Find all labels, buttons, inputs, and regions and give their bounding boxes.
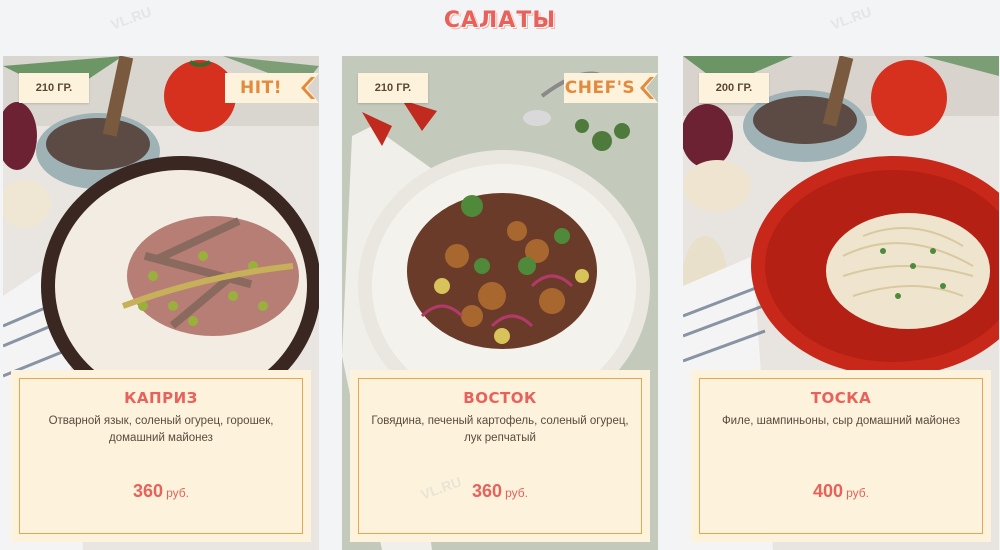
menu-card-kapriz[interactable]: 210 ГР. HIT! КАПРИЗ Отварной язык, солен… xyxy=(3,56,319,550)
dish-info-card: КАПРИЗ Отварной язык, соленый огурец, го… xyxy=(11,370,311,542)
weight-label: 210 ГР. xyxy=(19,73,89,103)
hit-badge: HIT! xyxy=(225,73,319,103)
dish-price: 360 руб. xyxy=(133,481,189,501)
dish-info-card: ТОСКА Филе, шампиньоны, сыр домашний май… xyxy=(691,370,991,542)
dish-price: 400 руб. xyxy=(813,481,869,501)
dish-name: ВОСТОК xyxy=(463,389,537,407)
dish-description: Филе, шампиньоны, сыр домашний майонез xyxy=(721,415,961,427)
weight-label: 210 ГР. xyxy=(358,73,428,103)
dish-description: Говядина, печеный картофель, соленый огу… xyxy=(371,415,629,444)
section-title: САЛАТЫ xyxy=(443,8,557,33)
menu-card-toska[interactable]: 200 ГР. ТОСКА Филе, шампиньоны, сыр дома… xyxy=(683,56,999,550)
menu-card-vostok[interactable]: 210 ГР. CHEF'S ВОСТОК Говядина, печеный … xyxy=(342,56,658,550)
dish-info-card: ВОСТОК Говядина, печеный картофель, соле… xyxy=(350,370,650,542)
chefs-badge: CHEF'S xyxy=(564,73,658,103)
dish-price: 360 руб. xyxy=(472,481,528,501)
dish-name: КАПРИЗ xyxy=(124,389,198,407)
weight-label: 200 ГР. xyxy=(699,73,769,103)
dish-name: ТОСКА xyxy=(810,389,872,407)
dish-description: Отварной язык, соленый огурец, горошек, … xyxy=(48,415,274,444)
